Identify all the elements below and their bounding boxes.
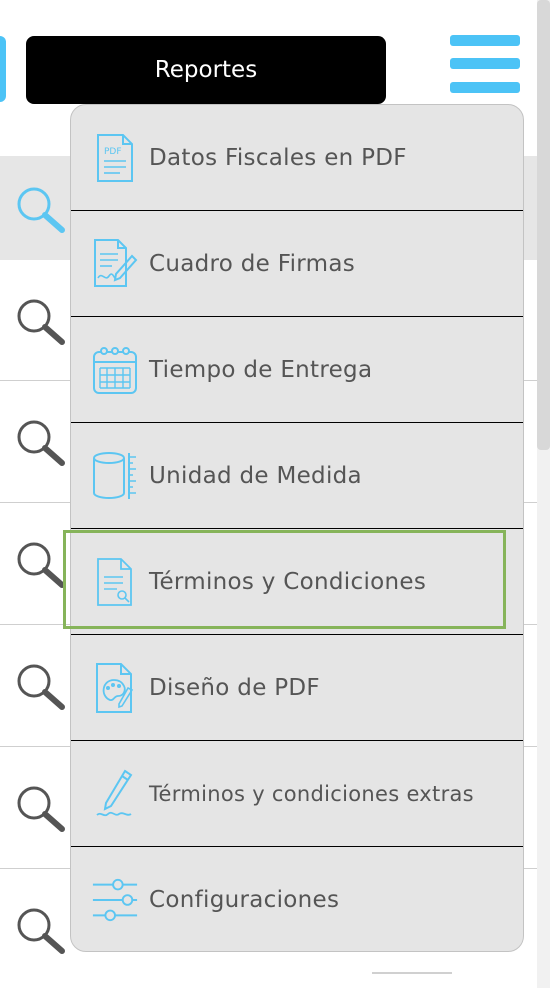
menu-item-unidad-medida[interactable]: Unidad de Medida xyxy=(71,423,523,529)
menu-item-label: Diseño de PDF xyxy=(149,674,320,701)
divider xyxy=(372,972,452,974)
hamburger-menu-icon[interactable] xyxy=(450,35,520,95)
pdf-document-icon: PDF xyxy=(91,132,139,184)
menu-item-diseno-pdf[interactable]: Diseño de PDF xyxy=(71,635,523,741)
menu-item-label: Términos y condiciones extras xyxy=(149,781,474,806)
menu-item-label: Tiempo de Entrega xyxy=(149,356,373,383)
svg-text:PDF: PDF xyxy=(104,147,122,157)
menu-item-cuadro-firmas[interactable]: Cuadro de Firmas xyxy=(71,211,523,317)
cylinder-ruler-icon xyxy=(91,450,139,502)
left-tab-edge[interactable] xyxy=(0,36,6,102)
menu-item-label: Términos y Condiciones xyxy=(149,568,427,595)
menu-item-label: Unidad de Medida xyxy=(149,462,362,489)
search-icon[interactable] xyxy=(14,661,70,713)
palette-document-icon xyxy=(91,662,139,714)
search-icon[interactable] xyxy=(14,783,70,835)
signature-document-icon xyxy=(91,238,139,290)
search-icon[interactable] xyxy=(14,417,70,469)
scrollbar-thumb[interactable] xyxy=(537,0,550,450)
search-icon[interactable] xyxy=(14,296,70,348)
menu-item-datos-fiscales-pdf[interactable]: PDF Datos Fiscales en PDF xyxy=(71,105,523,211)
menu-item-terminos-condiciones[interactable]: Términos y Condiciones xyxy=(71,529,523,635)
search-icon[interactable] xyxy=(14,539,70,591)
menu-item-label: Datos Fiscales en PDF xyxy=(149,144,407,171)
calendar-icon xyxy=(91,344,139,396)
menu-item-label: Cuadro de Firmas xyxy=(149,250,356,277)
menu-item-label: Configuraciones xyxy=(149,887,340,913)
pen-icon xyxy=(91,768,139,820)
search-icon[interactable] xyxy=(14,184,70,236)
reportes-button[interactable]: Reportes xyxy=(26,36,386,104)
search-icon[interactable] xyxy=(14,905,70,957)
sliders-icon xyxy=(91,874,139,926)
menu-item-configuraciones[interactable]: Configuraciones xyxy=(71,847,523,951)
settings-dropdown-menu: PDF Datos Fiscales en PDF Cuadro de Firm… xyxy=(70,104,524,952)
menu-item-terminos-extras[interactable]: Términos y condiciones extras xyxy=(71,741,523,847)
document-search-icon xyxy=(91,556,139,608)
menu-item-tiempo-entrega[interactable]: Tiempo de Entrega xyxy=(71,317,523,423)
